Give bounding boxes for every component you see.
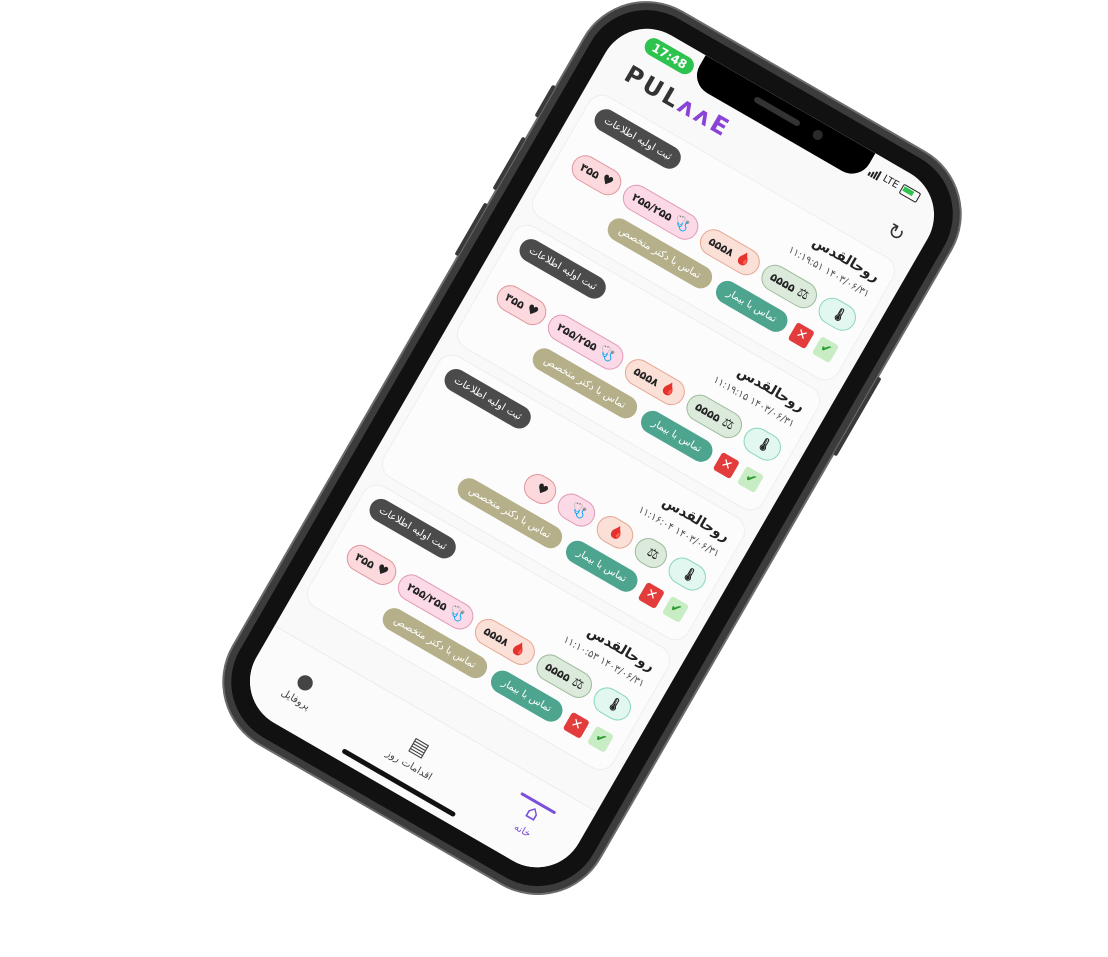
scale-icon: ⚖ [568, 674, 587, 694]
thermometer-icon: 🌡 [678, 564, 701, 586]
temperature-chip: 🌡 [589, 682, 636, 726]
tab-daily-actions[interactable]: ▤ اقدامات روز [367, 714, 464, 793]
reject-button[interactable]: ✕ [637, 581, 666, 609]
phone-frame: 17:48 LTE PULᴧᴧE ↻ روحالقدس ۱۴۰۳/۰۶/۳۱ ۱… [207, 0, 977, 910]
temperature-chip: 🌡 [814, 293, 861, 336]
blood-pressure-icon: 🩺 [445, 603, 468, 625]
approve-button[interactable]: ✔ [587, 725, 615, 753]
heart-rate-icon: ♥ [598, 171, 616, 191]
heart-rate-chip: ♥ ۳۵۵ [566, 150, 627, 201]
network-type: LTE [880, 173, 901, 192]
glucose-icon: 🩸 [732, 249, 754, 271]
approve-button[interactable]: ✔ [812, 335, 840, 363]
blood-pressure-chip: 🩺 [553, 488, 600, 532]
thermometer-icon: 🌡 [828, 304, 851, 326]
reject-button[interactable]: ✕ [562, 711, 591, 739]
volume-down-button [454, 202, 488, 257]
weight-chip: ⚖ [629, 533, 673, 574]
heart-rate-icon: ♥ [523, 301, 541, 321]
glucose-icon: 🩸 [657, 379, 679, 401]
approve-button[interactable]: ✔ [662, 595, 690, 623]
heart-rate-chip: ♥ ۳۵۵ [341, 539, 402, 591]
reject-button[interactable]: ✕ [712, 451, 741, 479]
blood-pressure-icon: 🩺 [567, 500, 589, 522]
app-screen: 17:48 LTE PULᴧᴧE ↻ روحالقدس ۱۴۰۳/۰۶/۳۱ ۱… [232, 11, 952, 885]
scale-icon: ⚖ [643, 544, 662, 564]
blood-pressure-icon: 🩺 [595, 343, 618, 365]
volume-up-button [492, 136, 526, 191]
refresh-icon[interactable]: ↻ [883, 218, 910, 247]
heart-rate-chip: ♥ ۳۵۵ [491, 280, 552, 331]
glucose-icon: 🩸 [507, 639, 529, 661]
signal-icon [867, 166, 883, 181]
blood-pressure-icon: 🩺 [670, 213, 693, 235]
mute-switch [534, 84, 556, 118]
temperature-chip: 🌡 [739, 422, 786, 466]
scale-icon: ⚖ [793, 284, 812, 304]
home-icon: ⌂ [521, 798, 545, 826]
thermometer-icon: 🌡 [603, 694, 626, 716]
status-indicators: LTE [867, 166, 922, 204]
heart-rate-icon: ♥ [373, 561, 391, 581]
reject-button[interactable]: ✕ [787, 321, 816, 349]
temperature-chip: 🌡 [664, 552, 711, 596]
approve-button[interactable]: ✔ [737, 465, 765, 493]
glucose-icon: 🩸 [605, 522, 628, 544]
scale-icon: ⚖ [718, 414, 737, 434]
heart-rate-icon: ♥ [533, 480, 551, 500]
tab-home[interactable]: ⌂ خانه [480, 779, 577, 858]
tab-profile[interactable]: ● پروفایل [254, 648, 351, 727]
heart-rate-chip: ♥ [518, 469, 562, 510]
blood-sugar-chip: 🩸 [591, 510, 639, 554]
thermometer-icon: 🌡 [753, 434, 776, 456]
battery-icon [898, 183, 922, 204]
